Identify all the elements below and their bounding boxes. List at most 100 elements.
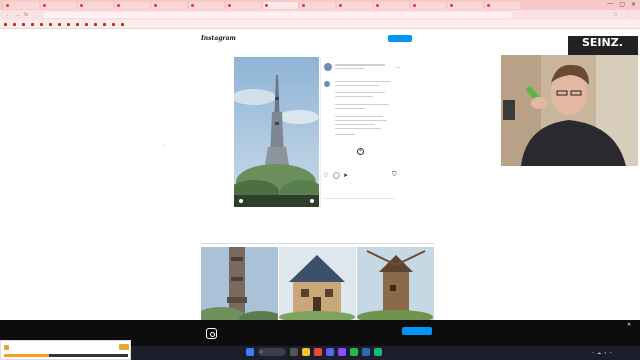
caption-line xyxy=(335,96,373,97)
cookie-decline-button[interactable] xyxy=(402,337,432,343)
bookmark-icon xyxy=(112,22,115,26)
caption-line xyxy=(335,128,381,129)
url-field[interactable] xyxy=(43,12,513,18)
tower-build-image xyxy=(234,57,319,207)
youtube-icon xyxy=(191,3,194,7)
youtube-icon xyxy=(413,3,416,7)
browser-icon[interactable] xyxy=(314,348,322,356)
share-icon[interactable]: ➤ xyxy=(343,172,348,179)
start-icon[interactable] xyxy=(246,348,254,356)
bookmark-icon xyxy=(85,22,88,26)
minimize-button[interactable]: — xyxy=(607,1,613,8)
cookie-accept-button[interactable] xyxy=(402,327,432,335)
mute-icon xyxy=(310,199,314,203)
bookmark-icon xyxy=(76,22,79,26)
browser-tab[interactable] xyxy=(115,1,150,9)
bookmark-item[interactable] xyxy=(13,22,17,26)
media-widget[interactable] xyxy=(0,340,131,360)
youtube-icon xyxy=(302,3,305,7)
app-icon[interactable] xyxy=(362,348,370,356)
bookmark-icon xyxy=(4,22,7,26)
tray-expand-icon[interactable]: ^ xyxy=(592,350,594,355)
browser-tab[interactable] xyxy=(4,1,39,9)
bookmark-item[interactable] xyxy=(67,22,71,26)
bookmark-icon xyxy=(103,22,106,26)
thumbnail-house xyxy=(279,247,356,322)
back-icon[interactable]: ← xyxy=(6,12,11,18)
progress-bar[interactable] xyxy=(4,354,128,357)
author-name[interactable] xyxy=(335,64,385,66)
bookmark-item[interactable] xyxy=(4,22,8,26)
bookmark-icon xyxy=(67,22,70,26)
browser-tab[interactable] xyxy=(374,1,409,9)
browser-tab[interactable] xyxy=(411,1,446,9)
comment-icon[interactable]: ◯ xyxy=(333,172,340,179)
bookmark-item[interactable] xyxy=(49,22,53,26)
bookmark-item[interactable] xyxy=(58,22,62,26)
task-view-icon[interactable] xyxy=(290,348,298,356)
window-controls: — ▢ ✕ xyxy=(607,1,636,8)
taskbar-search[interactable] xyxy=(258,348,286,356)
post-image[interactable] xyxy=(234,57,319,207)
post-thumbnail[interactable] xyxy=(357,247,434,322)
browser-tab[interactable] xyxy=(152,1,187,9)
login-button[interactable] xyxy=(388,35,412,42)
browser-tab[interactable] xyxy=(189,1,224,9)
bookmark-item[interactable] xyxy=(22,22,26,26)
comment-input[interactable] xyxy=(323,198,395,199)
maximize-button[interactable]: ▢ xyxy=(619,1,625,8)
bookmark-icon xyxy=(13,22,16,26)
cloud-icon[interactable]: ☁ xyxy=(597,350,601,355)
bookmark-item[interactable] xyxy=(94,22,98,26)
spotify-icon[interactable] xyxy=(350,348,358,356)
bookmark-icon[interactable]: ⛉ xyxy=(392,172,397,179)
instagram-logo[interactable]: Instagram xyxy=(201,35,236,42)
like-icon[interactable]: ♡ xyxy=(323,172,328,179)
close-icon[interactable]: ✕ xyxy=(627,322,631,328)
browser-tab[interactable] xyxy=(300,1,335,9)
discord-icon[interactable] xyxy=(326,348,334,356)
youtube-icon xyxy=(117,3,120,7)
youtube-icon xyxy=(43,3,46,7)
bookmark-item[interactable] xyxy=(121,22,125,26)
star-icon[interactable]: ☆ xyxy=(614,12,618,18)
browser-tab[interactable] xyxy=(485,1,520,9)
webcam-feed xyxy=(501,55,638,166)
explorer-icon[interactable] xyxy=(302,348,310,356)
thumbnail-tower xyxy=(201,247,278,322)
caption-avatar xyxy=(324,81,330,87)
youtube-icon xyxy=(6,3,9,7)
close-button[interactable]: ✕ xyxy=(631,1,636,8)
caption-line xyxy=(335,81,391,82)
more-options-icon[interactable]: ··· xyxy=(395,65,400,71)
menu-icon[interactable]: ⋮ xyxy=(625,12,630,18)
forward-icon[interactable]: → xyxy=(15,12,20,18)
browser-tab[interactable] xyxy=(41,1,76,9)
bookmark-item[interactable] xyxy=(40,22,44,26)
widget-badge xyxy=(119,344,129,350)
bookmark-item[interactable] xyxy=(112,22,116,26)
bookmark-item[interactable] xyxy=(85,22,89,26)
bookmark-item[interactable] xyxy=(76,22,80,26)
browser-tab-active[interactable] xyxy=(263,1,298,9)
reload-icon[interactable]: ↻ xyxy=(24,12,29,18)
author-avatar[interactable] xyxy=(324,63,332,71)
network-icon[interactable]: ⌁ xyxy=(610,350,612,355)
bookmark-item[interactable] xyxy=(103,22,107,26)
caption-line xyxy=(335,134,355,135)
post-thumbnail[interactable] xyxy=(201,247,278,322)
browser-tab[interactable] xyxy=(448,1,483,9)
twitch-icon[interactable] xyxy=(338,348,346,356)
bookmark-item[interactable] xyxy=(31,22,35,26)
load-more-comments-icon[interactable]: + xyxy=(357,148,364,155)
volume-icon[interactable]: ◖ xyxy=(604,350,606,355)
taskbar-icons xyxy=(246,348,382,356)
bookmark-icon xyxy=(22,22,25,26)
post-thumbnail[interactable] xyxy=(279,247,356,322)
browser-tab[interactable] xyxy=(226,1,261,9)
browser-tab[interactable] xyxy=(78,1,113,9)
app-icon[interactable] xyxy=(374,348,382,356)
caption-line xyxy=(335,92,385,93)
play-icon xyxy=(239,199,243,203)
browser-tab[interactable] xyxy=(337,1,372,9)
